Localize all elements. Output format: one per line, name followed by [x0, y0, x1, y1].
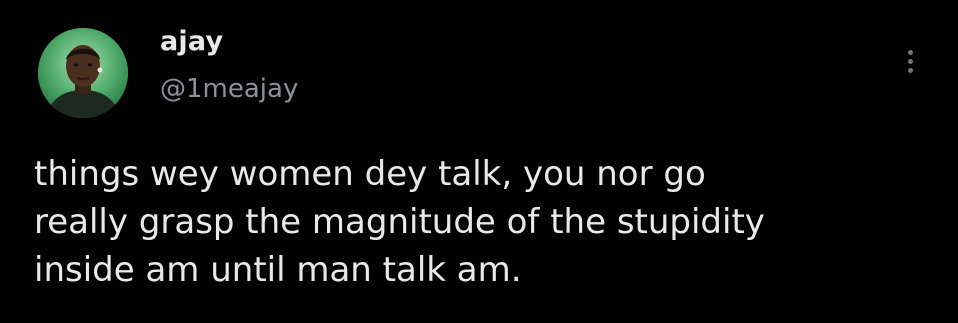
- more-vertical-icon: [907, 49, 913, 55]
- tweet-card: ajay @1meajay things wey women dey talk,…: [0, 0, 958, 323]
- tweet-text-line: inside am until man talk am.: [34, 250, 522, 290]
- profile-photo-icon: [38, 28, 128, 118]
- tweet-text: things wey women dey talk, you nor go re…: [34, 150, 934, 294]
- author-display-name[interactable]: ajay: [160, 26, 223, 57]
- tweet-text-line: things wey women dey talk, you nor go: [34, 154, 706, 194]
- more-options-button[interactable]: [893, 38, 927, 84]
- avatar[interactable]: [38, 28, 128, 118]
- author-handle[interactable]: @1meajay: [160, 74, 298, 104]
- more-vertical-icon-dot: [907, 58, 913, 64]
- tweet-text-line: really grasp the magnitude of the stupid…: [34, 202, 765, 242]
- more-vertical-icon-dot: [907, 67, 913, 73]
